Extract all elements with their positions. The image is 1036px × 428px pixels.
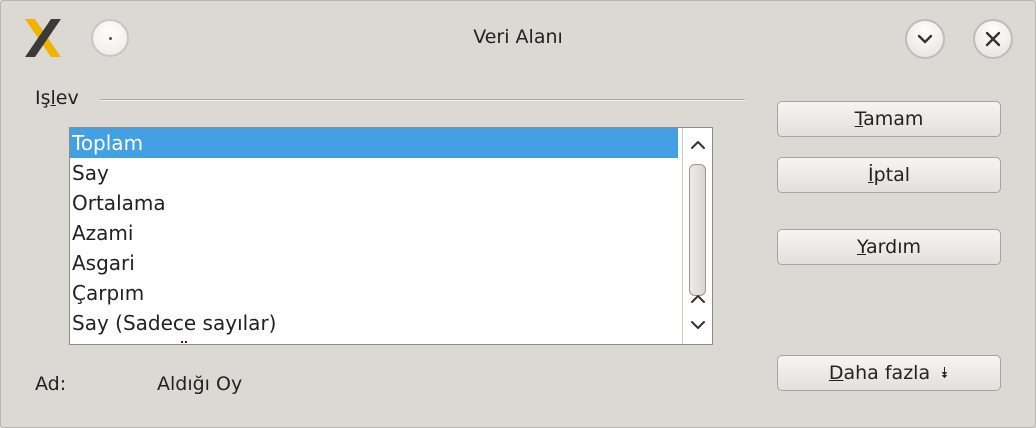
list-item[interactable]: Asgari: [70, 248, 678, 278]
list-item[interactable]: Ortalama: [70, 188, 678, 218]
more-button[interactable]: Daha fazla ⯯: [777, 355, 1001, 391]
scroll-up-button[interactable]: [683, 134, 712, 156]
title-bar[interactable]: Veri Alanı: [1, 1, 1035, 79]
double-chevron-down-icon: ⯯: [940, 364, 950, 382]
list-item[interactable]: StSapma (Örnek): [70, 338, 678, 344]
function-listbox[interactable]: Toplam Say Ortalama Azami Asgari Çarpım Say (S…: [69, 127, 713, 345]
name-value: Aldığı Oy: [157, 373, 243, 395]
list-item[interactable]: Say (Sadece sayılar): [70, 308, 678, 338]
dialog-window: Veri Alanı Işlev Toplam Say Ortalama Azami A…: [0, 0, 1036, 428]
chevron-up-icon: [691, 295, 705, 303]
scroll-up-lower-button[interactable]: [683, 288, 712, 310]
ok-button[interactable]: Tamam: [777, 101, 1001, 137]
list-item[interactable]: Say: [70, 158, 678, 188]
close-button[interactable]: [973, 19, 1013, 59]
minimize-button[interactable]: [905, 19, 945, 59]
chevron-down-icon: [691, 321, 705, 329]
scroll-thumb[interactable]: [689, 164, 706, 296]
function-list[interactable]: Toplam Say Ortalama Azami Asgari Çarpım Say (S…: [70, 128, 678, 344]
scroll-down-button[interactable]: [683, 314, 712, 336]
close-icon: [985, 31, 1001, 47]
list-item[interactable]: Toplam: [70, 128, 678, 158]
list-scrollbar[interactable]: [682, 128, 712, 344]
window-title: Veri Alanı: [473, 26, 563, 48]
chevron-up-icon: [691, 141, 705, 149]
group-separator: [101, 99, 745, 100]
list-item[interactable]: Çarpım: [70, 278, 678, 308]
cancel-button[interactable]: İptal: [777, 157, 1001, 193]
chevron-down-icon: [917, 34, 933, 44]
function-group-label: Işlev: [35, 87, 85, 109]
help-button[interactable]: Yardım: [777, 229, 1001, 265]
name-label: Ad:: [35, 373, 67, 395]
list-item[interactable]: Azami: [70, 218, 678, 248]
